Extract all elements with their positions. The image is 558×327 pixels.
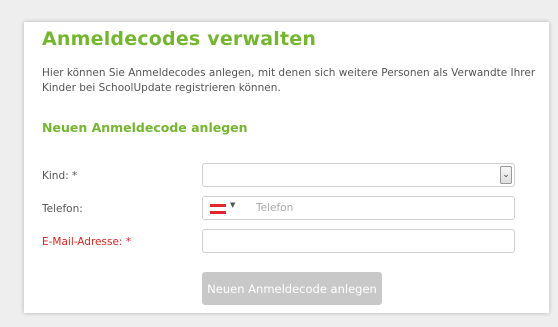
- create-code-button[interactable]: Neuen Anmeldecode anlegen: [202, 272, 382, 305]
- chevron-down-icon[interactable]: ⌄: [500, 166, 512, 184]
- intro-text: Hier können Sie Anmeldecodes anlegen, mi…: [42, 67, 536, 94]
- registration-code-card: Anmeldecodes verwalten Hier können Sie A…: [24, 22, 549, 313]
- child-label: Kind: *: [42, 170, 78, 182]
- email-input[interactable]: [203, 230, 514, 252]
- email-field: [202, 229, 515, 253]
- austria-flag-icon[interactable]: [210, 204, 226, 214]
- phone-input[interactable]: [256, 199, 506, 217]
- page-title: Anmeldecodes verwalten: [42, 28, 317, 50]
- child-select[interactable]: ⌄: [202, 163, 515, 187]
- country-dropdown-caret-icon[interactable]: ▼: [230, 201, 235, 209]
- section-title: Neuen Anmeldecode anlegen: [42, 120, 248, 135]
- phone-label: Telefon:: [42, 203, 83, 215]
- phone-field: ▼: [202, 196, 515, 220]
- email-label: E-Mail-Adresse: *: [42, 236, 132, 248]
